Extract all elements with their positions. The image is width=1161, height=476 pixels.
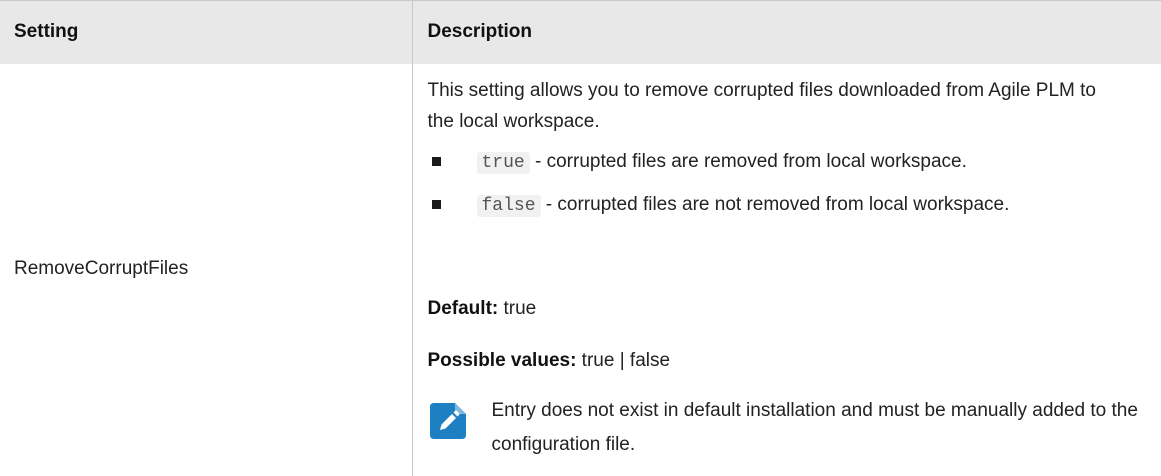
- bullet-item-false: false - corrupted files are not removed …: [428, 189, 1148, 222]
- possible-values-field: Possible values: true | false: [428, 350, 671, 372]
- header-setting: Setting: [0, 0, 412, 64]
- settings-table: Setting Description RemoveCorruptFiles T…: [0, 0, 1161, 476]
- bullet-square-icon: [431, 156, 441, 166]
- setting-name: RemoveCorruptFiles: [14, 258, 189, 279]
- code-false: false: [476, 194, 541, 217]
- bullet-text: - corrupted files are not removed from l…: [540, 193, 1010, 215]
- table-row: RemoveCorruptFiles This setting allows y…: [0, 63, 1161, 476]
- default-value: true: [498, 297, 537, 319]
- possible-values-value: true | false: [576, 349, 671, 371]
- description-intro: This setting allows you to remove corrup…: [427, 79, 1097, 132]
- possible-values-label: Possible values:: [427, 349, 577, 371]
- code-true: true: [476, 151, 530, 174]
- table-header-row: Setting Description: [0, 0, 1161, 64]
- bullet-text: - corrupted files are removed from local…: [529, 150, 967, 172]
- default-field: Default: true: [428, 298, 537, 320]
- note-text: Entry does not exist in default installa…: [491, 399, 1138, 455]
- bullet-square-icon: [431, 199, 441, 209]
- pencil-note-icon: [429, 402, 466, 439]
- bullet-item-true: true - corrupted files are removed from …: [428, 146, 1148, 179]
- header-description: Description: [411, 0, 1161, 64]
- default-label: Default:: [427, 297, 499, 319]
- description-cell: This setting allows you to remove corrup…: [411, 63, 1161, 476]
- note: Entry does not exist in default installa…: [428, 394, 1148, 462]
